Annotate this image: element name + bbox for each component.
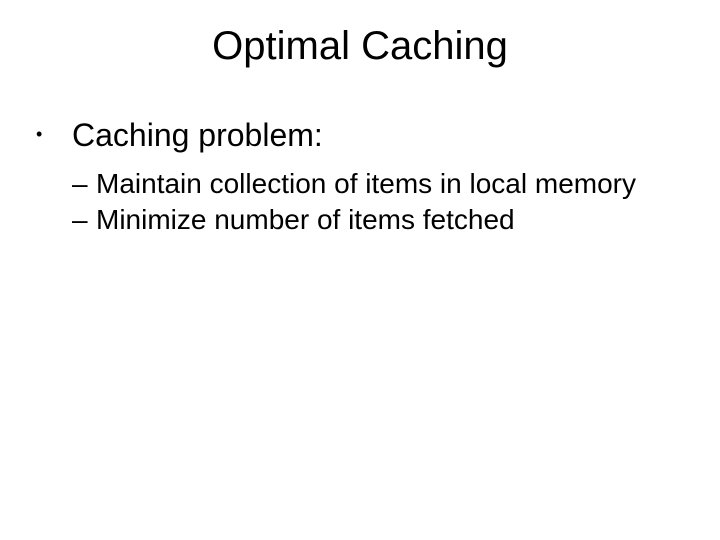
bullet-text: Maintain collection of items in local me… [96,168,636,200]
bullet-text: Caching problem: [72,117,323,154]
slide-content: • Caching problem: – Maintain collection… [0,117,720,236]
dash-marker: – [72,204,96,236]
dash-marker: – [72,168,96,200]
slide-title: Optimal Caching [0,24,720,69]
bullet-level1-item: • Caching problem: [36,117,720,154]
bullet-marker: • [36,117,72,154]
bullet-level2-item: – Minimize number of items fetched [36,204,720,236]
bullet-text: Minimize number of items fetched [96,204,515,236]
bullet-level2-item: – Maintain collection of items in local … [36,168,720,200]
